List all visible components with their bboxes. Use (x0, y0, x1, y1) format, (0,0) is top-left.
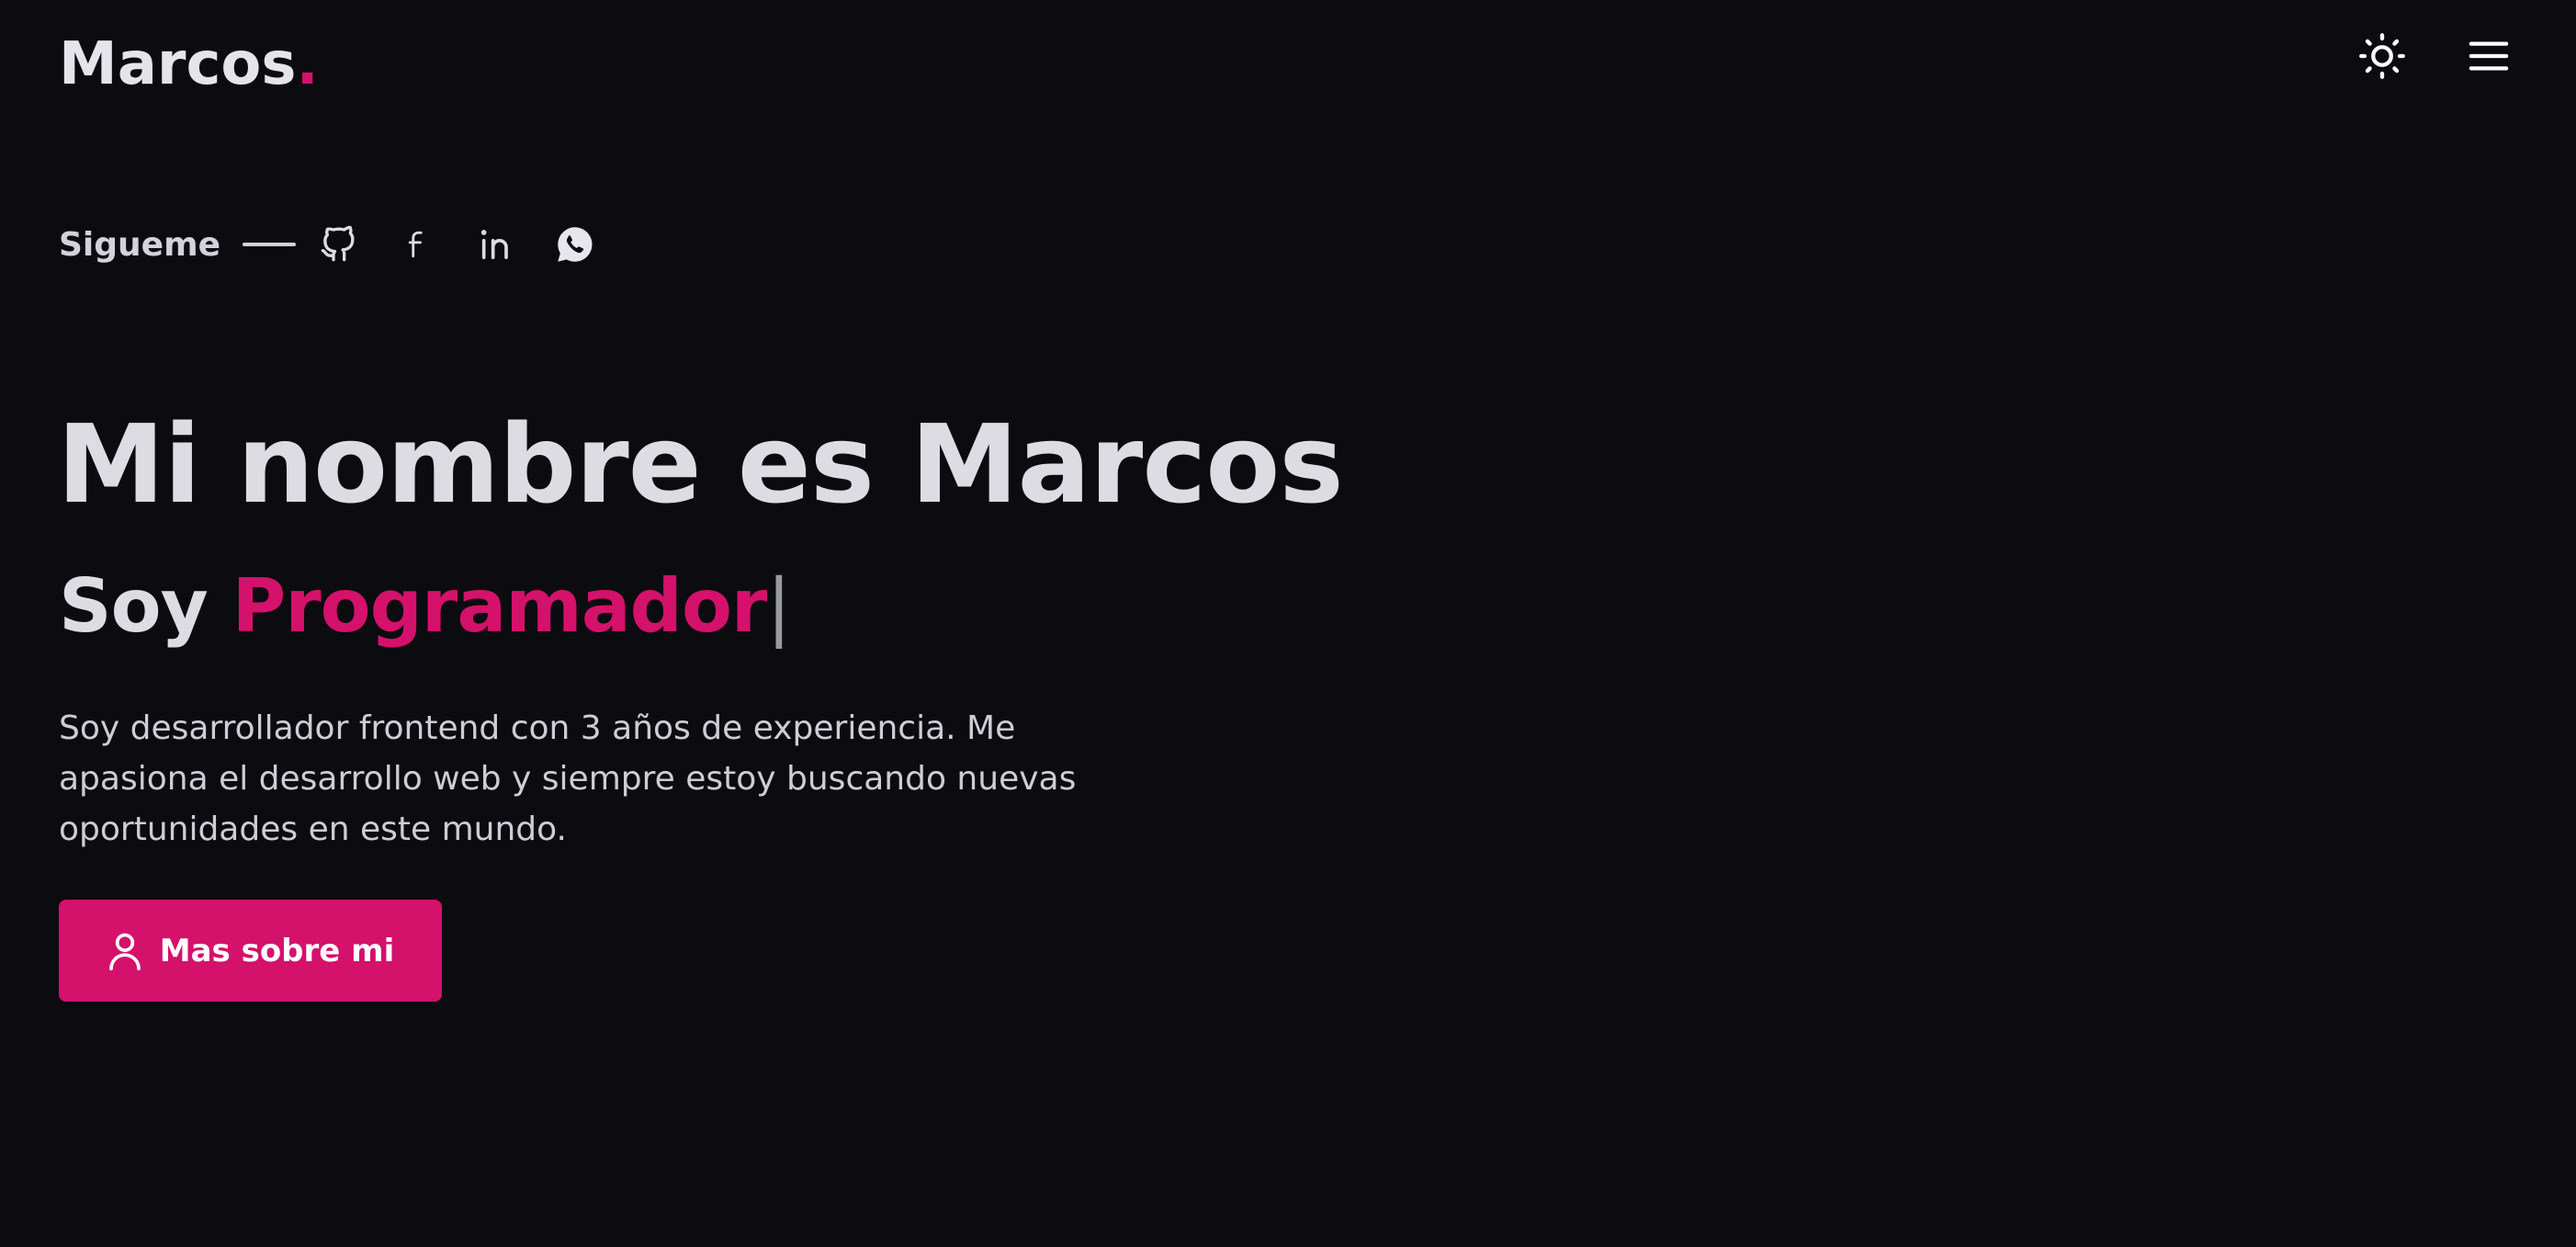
typing-caret: | (766, 563, 791, 649)
user-icon (108, 933, 141, 970)
sun-icon (2359, 33, 2405, 79)
facebook-icon (408, 231, 423, 258)
header: Marcos. (0, 0, 2576, 129)
social-link-linkedin[interactable] (476, 224, 516, 265)
logo-dot: . (296, 30, 319, 98)
hero-subtitle: Soy Programador| (59, 556, 791, 657)
linkedin-icon (480, 230, 508, 259)
whatsapp-icon (558, 227, 593, 262)
social-link-github[interactable] (318, 224, 358, 265)
social-follow: Sigueme (59, 219, 595, 270)
logo[interactable]: Marcos. (59, 29, 319, 99)
about-me-button-label: Mas sobre mi (159, 932, 395, 969)
subtitle-prefix: Soy (59, 563, 232, 649)
menu-button[interactable] (2464, 31, 2514, 81)
theme-toggle-button[interactable] (2357, 31, 2407, 81)
social-link-whatsapp[interactable] (555, 224, 595, 265)
hero-description: Soy desarrollador frontend con 3 años de… (59, 709, 1077, 848)
social-divider-line (243, 243, 297, 246)
subtitle-role: Programador (232, 563, 768, 649)
social-links (318, 224, 595, 265)
logo-text: Marcos (59, 30, 297, 98)
hero-title: Mi nombre es Marcos (57, 401, 1344, 527)
hamburger-menu-icon (2469, 41, 2509, 71)
social-label: Sigueme (59, 225, 221, 264)
header-actions (2357, 31, 2514, 81)
github-icon (321, 225, 355, 262)
social-link-facebook[interactable] (397, 224, 437, 265)
about-me-button[interactable]: Mas sobre mi (59, 900, 442, 1002)
